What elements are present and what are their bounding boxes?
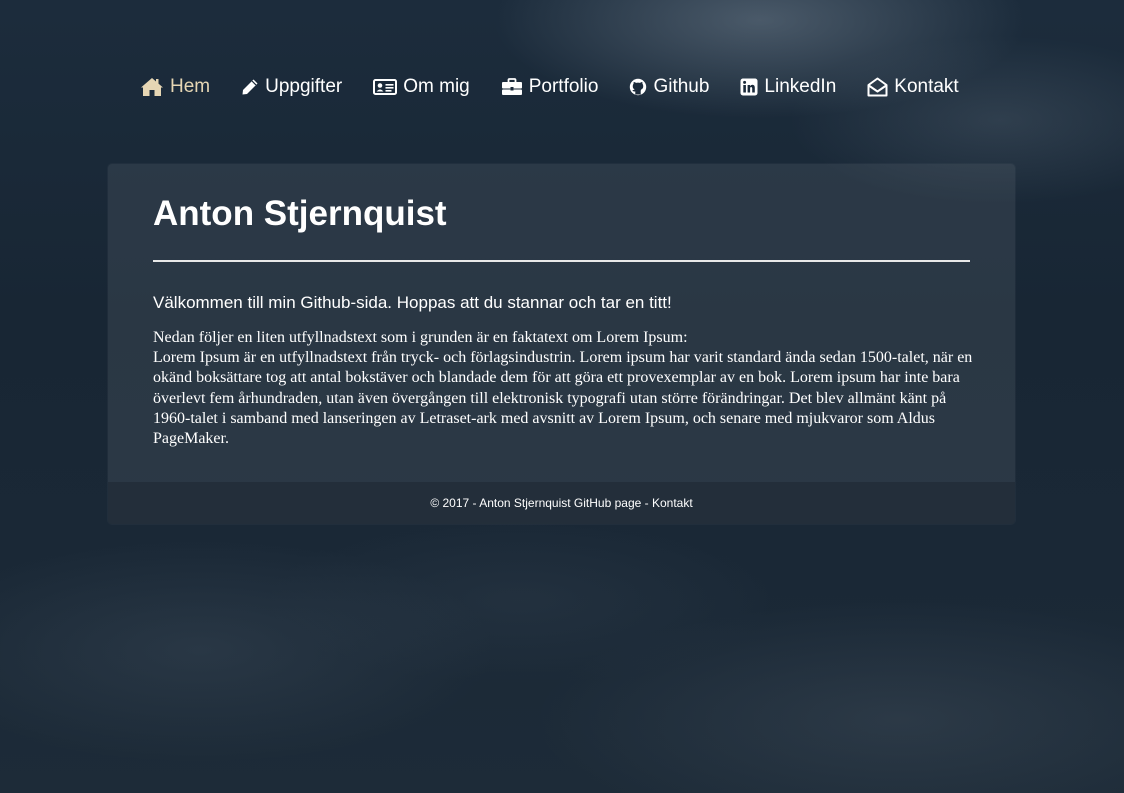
main-nav: Hem Uppgifter Om mig Portfolio Github Li…: [140, 76, 959, 98]
nav-item-label: Hem: [170, 76, 211, 97]
title-divider: [153, 260, 970, 262]
page-title: Anton Stjernquist: [153, 194, 447, 233]
content-inner: Anton Stjernquist Välkommen till min Git…: [108, 194, 1015, 449]
id-card-icon: [373, 78, 398, 96]
pencil-icon: [241, 78, 259, 96]
nav-item-portfolio[interactable]: Portfolio: [501, 76, 599, 98]
content-panel: Anton Stjernquist Välkommen till min Git…: [108, 164, 1015, 524]
nav-item-uppgifter[interactable]: Uppgifter: [241, 76, 342, 98]
nav-item-om-mig[interactable]: Om mig: [373, 76, 470, 98]
lorem-text: Lorem Ipsum är en utfyllnadstext från tr…: [153, 349, 973, 448]
intro-text: Nedan följer en liten utfyllnadstext som…: [153, 329, 688, 346]
nav-item-github[interactable]: Github: [629, 76, 709, 98]
nav-item-label: Portfolio: [528, 76, 599, 97]
footer: © 2017 - Anton Stjernquist GitHub page -…: [108, 482, 1015, 524]
briefcase-icon: [501, 78, 523, 96]
nav-item-hem[interactable]: Hem: [140, 76, 210, 98]
nav-item-label: Uppgifter: [265, 76, 343, 97]
nav-item-kontakt[interactable]: Kontakt: [867, 76, 959, 98]
home-icon: [140, 77, 164, 97]
footer-copyright: © 2017 - Anton Stjernquist GitHub page -: [430, 496, 652, 510]
footer-contact-link[interactable]: Kontakt: [652, 496, 693, 510]
envelope-open-icon: [867, 77, 888, 97]
nav-item-label: Om mig: [403, 76, 470, 97]
welcome-text: Välkommen till min Github-sida. Hoppas a…: [153, 293, 672, 312]
github-icon: [629, 78, 647, 96]
nav-item-label: Kontakt: [894, 76, 959, 97]
nav-item-label: LinkedIn: [764, 76, 837, 97]
nav-item-linkedin[interactable]: LinkedIn: [740, 76, 836, 98]
nav-item-label: Github: [653, 76, 710, 97]
body-text: Nedan följer en liten utfyllnadstext som…: [153, 328, 973, 449]
linkedin-icon: [740, 78, 758, 96]
